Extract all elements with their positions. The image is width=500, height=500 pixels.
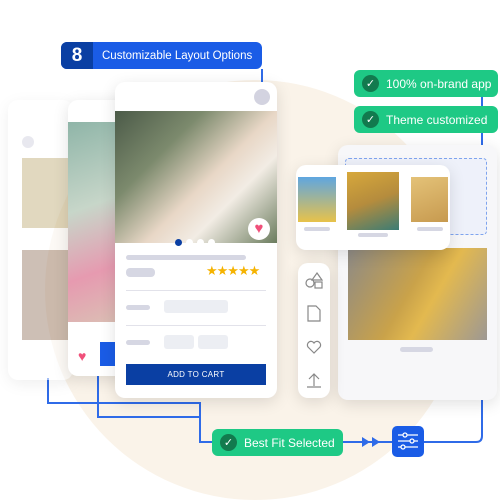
option-box[interactable]	[198, 335, 228, 349]
title-placeholder	[126, 255, 246, 260]
check-icon: ✓	[362, 75, 379, 92]
option-select[interactable]	[164, 300, 228, 313]
layout-card-back	[8, 100, 73, 380]
status-badge: ✓ Theme customized	[354, 106, 498, 133]
check-icon: ✓	[220, 434, 237, 451]
carousel-dot	[197, 239, 204, 246]
best-fit-badge: ✓ Best Fit Selected	[212, 429, 343, 456]
tool-sidebar	[298, 263, 330, 398]
heart-icon[interactable]: ♥	[78, 348, 86, 364]
filter-settings-button[interactable]	[392, 426, 424, 457]
add-to-cart-button[interactable]: ADD TO CART	[126, 364, 266, 385]
arrow-icon	[362, 437, 370, 447]
status-badge: ✓ 100% on-brand app	[354, 70, 498, 97]
carousel-dot-active	[175, 239, 182, 246]
check-icon: ✓	[362, 111, 379, 128]
upload-icon[interactable]	[306, 372, 322, 388]
thumbnail-strip	[296, 165, 450, 250]
shapes-icon[interactable]	[305, 271, 323, 289]
price-placeholder	[126, 268, 155, 277]
carousel-dot	[208, 239, 215, 246]
product-card: ♥ ★★★★★ ADD TO CART	[115, 82, 277, 398]
favorite-heart-icon[interactable]: ♥	[248, 218, 270, 240]
layout-count: 8	[61, 42, 93, 69]
carousel-dots[interactable]	[173, 233, 217, 251]
carousel-dot	[186, 239, 193, 246]
product-photo	[348, 248, 487, 340]
avatar	[254, 89, 270, 105]
rating-stars: ★★★★★	[206, 263, 260, 278]
thumbnail[interactable]	[411, 177, 448, 222]
option-box[interactable]	[164, 335, 194, 349]
layout-label: Customizable Layout Options	[102, 49, 253, 62]
thumbnail[interactable]	[347, 172, 399, 230]
arrow-icon	[372, 437, 380, 447]
heart-icon[interactable]	[306, 340, 322, 354]
thumbnail[interactable]	[298, 177, 336, 222]
sliders-icon	[398, 432, 418, 450]
document-icon[interactable]	[307, 305, 321, 322]
layout-options-badge: 8 Customizable Layout Options	[61, 42, 263, 69]
